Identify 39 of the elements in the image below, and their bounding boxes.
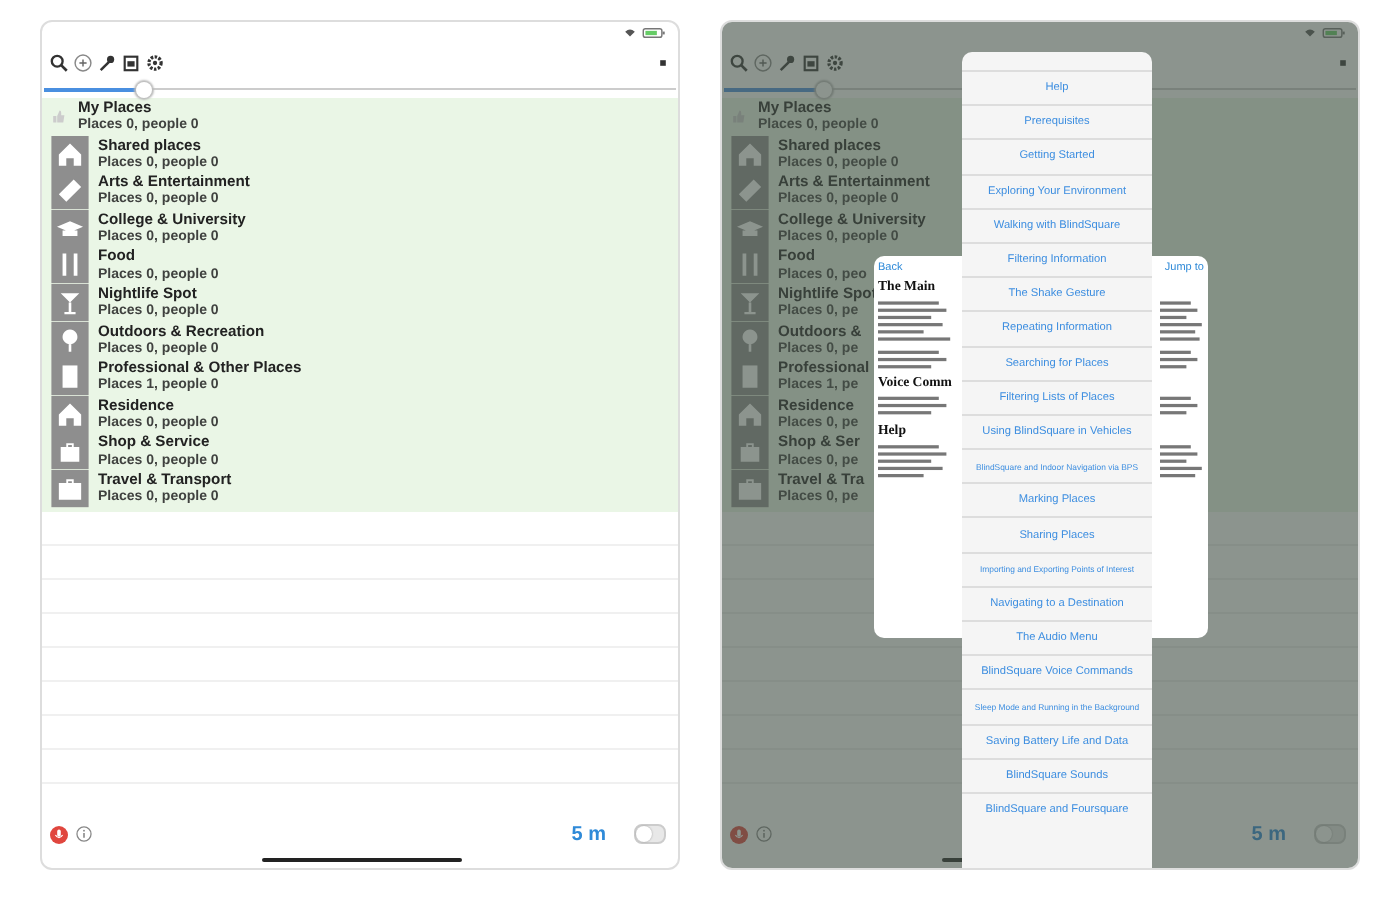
settings-icon[interactable] bbox=[146, 53, 164, 71]
shopping-bag-icon[interactable] bbox=[50, 432, 90, 470]
accuracy-value: 5 m bbox=[1251, 823, 1286, 845]
suitcase-icon[interactable] bbox=[50, 469, 90, 508]
text-lines-drawing bbox=[1160, 444, 1204, 481]
ticket-icon[interactable] bbox=[730, 172, 770, 210]
battery-icon bbox=[642, 27, 666, 37]
sleep-mode-toggle[interactable] bbox=[1314, 824, 1346, 844]
thumbs-up-icon bbox=[50, 108, 66, 125]
search-icon[interactable] bbox=[50, 53, 68, 71]
wifi-icon bbox=[624, 27, 636, 37]
cocktail-glass-icon[interactable] bbox=[730, 283, 770, 322]
tree-icon[interactable] bbox=[730, 321, 770, 359]
battery-icon bbox=[1322, 27, 1346, 37]
shopping-bag-icon[interactable] bbox=[730, 432, 770, 470]
house-icon[interactable] bbox=[50, 395, 90, 433]
accuracy-value: 5 m bbox=[571, 823, 606, 845]
wifi-icon bbox=[1304, 27, 1316, 37]
suitcase-icon[interactable] bbox=[730, 469, 770, 508]
microphone-icon[interactable] bbox=[50, 825, 68, 843]
utensils-icon[interactable] bbox=[730, 246, 770, 284]
sleep-mode-toggle[interactable] bbox=[634, 824, 666, 844]
text-lines-drawing bbox=[1160, 300, 1204, 344]
graduation-cap-icon[interactable] bbox=[50, 209, 90, 247]
house-icon[interactable] bbox=[730, 395, 770, 433]
add-icon[interactable] bbox=[74, 53, 92, 71]
add-icon[interactable] bbox=[754, 53, 772, 71]
ticket-icon[interactable] bbox=[50, 172, 90, 210]
tree-icon[interactable] bbox=[50, 321, 90, 359]
text-lines-drawing bbox=[878, 300, 954, 344]
cocktail-glass-icon[interactable] bbox=[50, 283, 90, 322]
slider[interactable] bbox=[44, 82, 676, 98]
info-icon[interactable] bbox=[76, 826, 92, 842]
utensils-icon[interactable] bbox=[50, 246, 90, 284]
graduation-cap-icon[interactable] bbox=[730, 209, 770, 247]
house-icon[interactable] bbox=[730, 135, 770, 173]
microphone-icon[interactable] bbox=[730, 825, 748, 843]
house-icon[interactable] bbox=[50, 135, 90, 173]
info-icon[interactable] bbox=[756, 826, 772, 842]
